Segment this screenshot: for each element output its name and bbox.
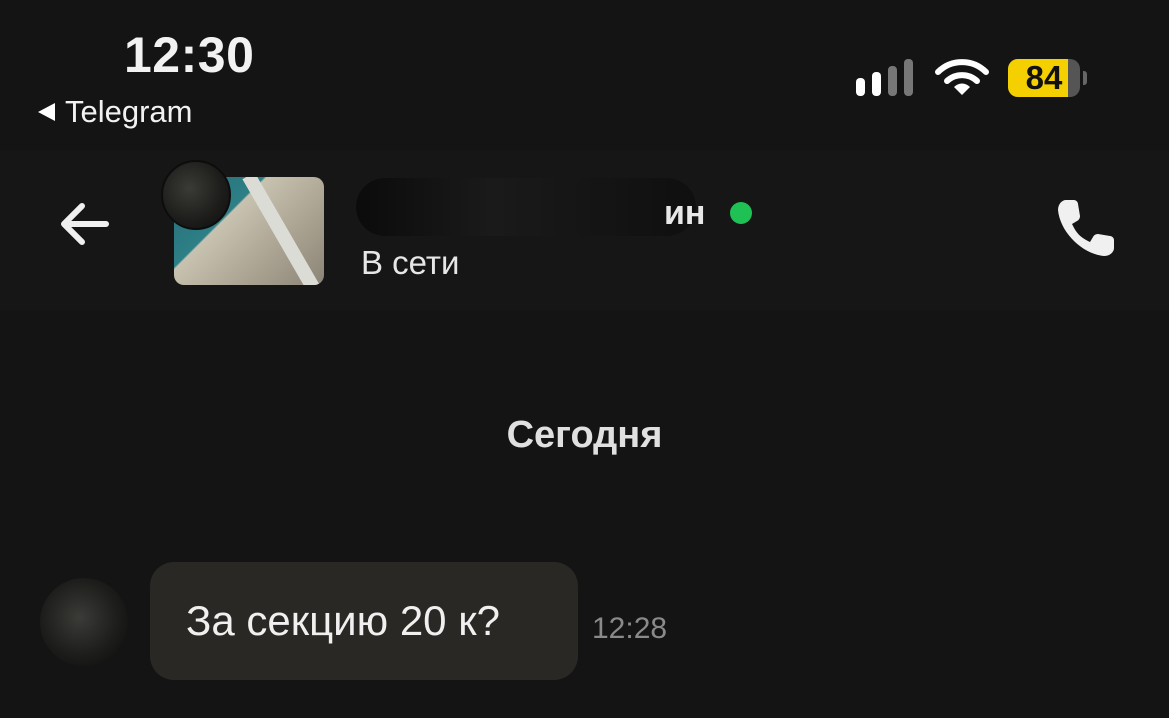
back-to-app-link[interactable]: Telegram [38, 94, 193, 130]
message-bubble[interactable]: За секцию 20 к? [150, 562, 578, 680]
wifi-icon [935, 59, 989, 95]
online-indicator [730, 202, 752, 224]
sender-avatar[interactable] [40, 578, 128, 666]
back-arrow-icon[interactable] [54, 196, 114, 252]
contact-status: В сети [361, 244, 460, 281]
phone-icon[interactable] [1052, 192, 1122, 262]
status-time: 12:30 [124, 27, 255, 83]
contact-avatar-small[interactable] [161, 160, 231, 230]
date-separator: Сегодня [506, 414, 663, 456]
status-bar: 12:30 Telegram 84 [0, 0, 1169, 150]
battery-level: 84 [1025, 59, 1063, 96]
back-app-label: Telegram [65, 94, 193, 129]
battery-icon: 84 [1008, 58, 1092, 98]
redacted-contact-name [356, 178, 696, 236]
signal-icon [856, 59, 913, 96]
message-text: За секцию 20 к? [186, 597, 500, 644]
message-time: 12:28 [592, 612, 668, 645]
contact-name-suffix: ин [664, 194, 706, 232]
back-triangle-icon [38, 103, 55, 121]
